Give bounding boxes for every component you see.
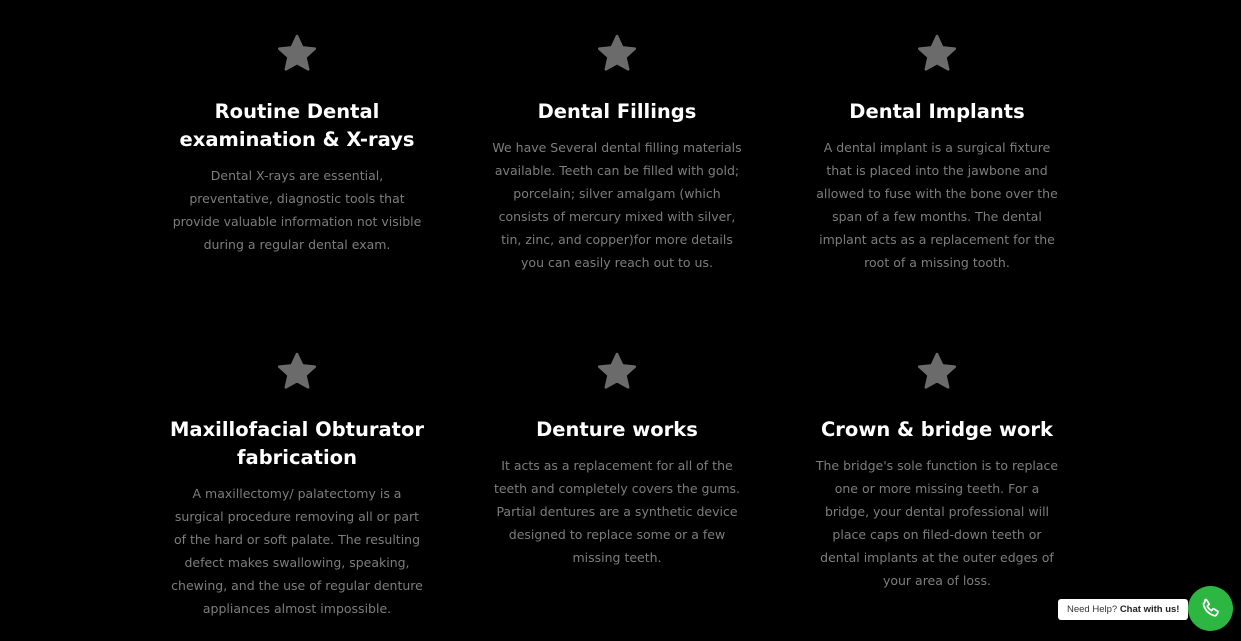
service-card-maxillofacial: Maxillofacial Obturator fabrication A ma… [157,350,437,641]
star-icon [275,32,319,76]
chat-prompt-text: Need Help? [1067,604,1118,615]
star-icon [595,32,639,76]
service-title: Crown & bridge work [821,418,1053,441]
service-title: Routine Dental examination & X-rays [179,100,415,151]
phone-icon [1198,596,1224,622]
services-grid: Routine Dental examination & X-rays Dent… [157,32,1117,641]
service-title: Maxillofacial Obturator fabrication [170,418,424,469]
service-description: A dental implant is a surgical fixture t… [816,140,1058,270]
star-icon [915,32,959,76]
service-card-dental-implants: Dental Implants A dental implant is a su… [797,32,1077,350]
service-title: Dental Implants [849,100,1025,123]
service-card-routine-dental: Routine Dental examination & X-rays Dent… [157,32,437,350]
service-title: Denture works [536,418,698,441]
star-icon [595,350,639,394]
service-description: The bridge's sole function is to replace… [815,458,1059,588]
service-description: It acts as a replacement for all of the … [493,458,741,565]
service-card-crown-bridge: Crown & bridge work The bridge's sole fu… [797,350,1077,641]
star-icon [275,350,319,394]
service-title: Dental Fillings [537,100,697,123]
services-page: Routine Dental examination & X-rays Dent… [0,0,1241,641]
star-icon [915,350,959,394]
service-card-dental-fillings: Dental Fillings We have Several dental f… [477,32,757,350]
chat-action-text: Chat with us! [1119,604,1180,615]
service-description: A maxillectomy/ palatectomy is a surgica… [171,486,423,616]
chat-help-label[interactable]: Need Help? Chat with us! [1058,599,1189,620]
service-description: Dental X-rays are essential, preventativ… [172,168,422,252]
service-description: We have Several dental filling materials… [492,140,742,270]
service-card-denture-works: Denture works It acts as a replacement f… [477,350,757,641]
chat-button[interactable] [1188,586,1233,631]
